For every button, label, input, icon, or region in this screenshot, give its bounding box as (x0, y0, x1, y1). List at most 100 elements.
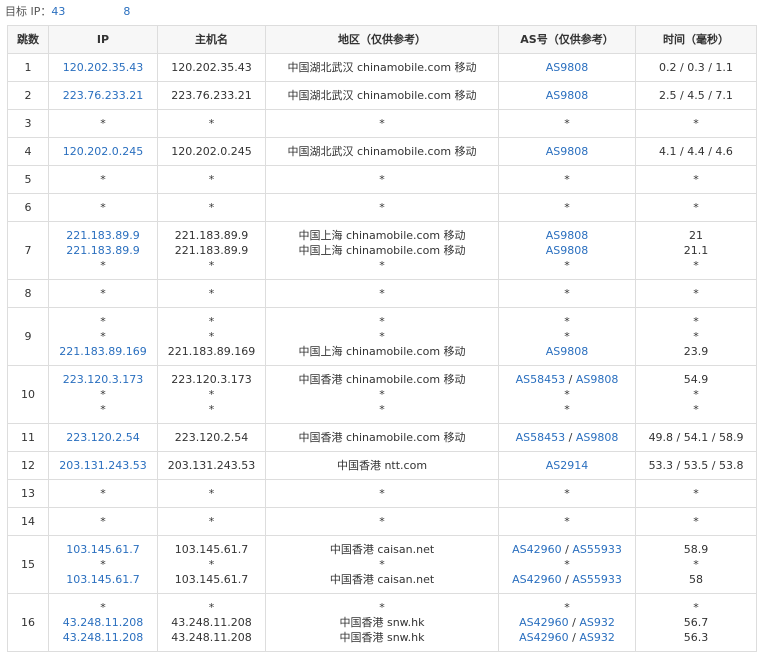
host-value: 221.183.89.9 (174, 244, 249, 257)
ip-value: * (100, 287, 106, 300)
time-value: 21 (689, 229, 703, 242)
ip-value: * (100, 315, 106, 328)
as-line: * (500, 172, 635, 187)
host-value: * (208, 403, 215, 416)
table-row: 1 120.202.35.43 120.202.35.43 中国湖北武汉 chinam… (7, 53, 757, 82)
ip-link[interactable]: 43.248.11.208 (63, 616, 143, 629)
host-value: 223.76.233.21 (171, 89, 252, 102)
ip-link[interactable]: 103.145.61.7 (66, 543, 139, 556)
table-row: 2 223.76.233.21 223.76.233.21 中国湖北武汉 chinam… (7, 81, 757, 110)
as-link[interactable]: AS55933 (572, 543, 622, 556)
ip-line: 103.145.61.7 (50, 542, 157, 557)
hostname-cell: 223.76.233.21 (157, 81, 266, 110)
target-ip-end: 8 (123, 5, 131, 18)
as-separator: / (568, 631, 580, 644)
time-value: * (693, 515, 699, 528)
ip-link[interactable]: 120.202.0.245 (63, 145, 143, 158)
time-value: 56.7 (683, 616, 709, 629)
as-link[interactable]: AS58453 (516, 431, 566, 444)
hop-number: 1 (7, 53, 49, 82)
time-cell: * (635, 193, 757, 222)
as-link[interactable]: AS9808 (576, 431, 619, 444)
as-link[interactable]: AS932 (579, 616, 615, 629)
as-link[interactable]: AS58453 (516, 373, 566, 386)
as-cell: * AS42960 / AS932 AS42960 / AS932 (498, 593, 636, 652)
region-value: * (379, 287, 385, 300)
as-line: * (500, 402, 635, 417)
ip-link[interactable]: 223.76.233.21 (63, 89, 143, 102)
ip-link[interactable]: 221.183.89.9 (66, 244, 139, 257)
hop-number: 14 (7, 507, 49, 536)
ip-link[interactable]: 221.183.89.9 (66, 229, 139, 242)
as-link[interactable]: AS9808 (546, 244, 589, 257)
as-line: * (500, 387, 635, 402)
as-link[interactable]: AS9808 (546, 345, 589, 358)
region-value: 中国香港 snw.hk (339, 616, 425, 629)
hop-number: 4 (7, 137, 49, 166)
as-cell: AS9808 (498, 137, 636, 166)
ip-link[interactable]: 103.145.61.7 (66, 573, 139, 586)
hostname-cell: * (157, 193, 266, 222)
traceroute-table-body: 1 120.202.35.43 120.202.35.43 中国湖北武汉 chinam… (7, 53, 757, 652)
hostname-cell: 203.131.243.53 (157, 451, 266, 480)
region-value: 中国上海 chinamobile.com 移动 (298, 345, 466, 358)
time-value: * (693, 330, 699, 343)
ip-link[interactable]: 221.183.89.169 (59, 345, 146, 358)
region-value: * (379, 117, 385, 130)
as-line: * (500, 514, 635, 529)
as-separator: / (565, 373, 576, 386)
table-row: 12 203.131.243.53 203.131.243.53 中国香港 ntt.c… (7, 451, 757, 480)
ip-value: * (100, 201, 106, 214)
host-value: * (208, 330, 215, 343)
as-link[interactable]: AS42960 (512, 573, 562, 586)
as-link[interactable]: AS2914 (546, 459, 589, 472)
ip-link[interactable]: 43.248.11.208 (63, 631, 143, 644)
ip-line: 221.183.89.9 (50, 228, 157, 243)
as-link[interactable]: AS9808 (546, 145, 589, 158)
as-link[interactable]: AS9808 (546, 229, 589, 242)
ip-link[interactable]: 203.131.243.53 (59, 459, 146, 472)
as-link[interactable]: AS42960 (512, 543, 562, 556)
as-empty-marker: * (564, 388, 570, 401)
region-value: 中国香港 ntt.com (336, 459, 428, 472)
region-value: * (379, 330, 385, 343)
hop-number: 6 (7, 193, 49, 222)
as-link[interactable]: AS55933 (572, 573, 622, 586)
ip-value: * (100, 330, 106, 343)
region-value: 中国香港 snw.hk (339, 631, 425, 644)
host-value: 223.120.2.54 (174, 431, 249, 444)
time-cell: 54.9 * * (635, 365, 757, 424)
as-link[interactable]: AS9808 (546, 61, 589, 74)
region-cell: 中国香港 caisan.net * 中国香港 caisan.net (265, 535, 499, 594)
as-link[interactable]: AS42960 (519, 616, 569, 629)
host-value: * (208, 117, 215, 130)
time-cell: 0.2 / 0.3 / 1.1 (635, 53, 757, 82)
ip-cell: 120.202.0.245 (48, 137, 158, 166)
as-link[interactable]: AS42960 (519, 631, 569, 644)
table-row: 3 * * * * * (7, 109, 757, 138)
as-line: * (500, 557, 635, 572)
table-row: 13 * * * * * (7, 479, 757, 508)
ip-cell: 203.131.243.53 (48, 451, 158, 480)
ip-link[interactable]: 223.120.3.173 (63, 373, 143, 386)
as-separator: / (565, 431, 576, 444)
hostname-cell: 223.120.2.54 (157, 423, 266, 452)
hop-number: 5 (7, 165, 49, 194)
target-ip-line: 目标 IP：43 8 (5, 4, 130, 20)
as-link[interactable]: AS932 (579, 631, 615, 644)
as-cell: * (498, 507, 636, 536)
region-cell: 中国香港 chinamobile.com 移动 (265, 423, 499, 452)
table-row: 7 221.183.89.9 221.183.89.9 * 221.183.89.9 22… (7, 221, 757, 280)
host-value: * (208, 487, 215, 500)
as-link[interactable]: AS9808 (546, 89, 589, 102)
table-row: 10 223.120.3.173 * * 223.120.3.173 * * 中国香港 chi… (7, 365, 757, 424)
ip-link[interactable]: 223.120.2.54 (66, 431, 139, 444)
column-header-as: AS号（仅供参考） (498, 25, 636, 54)
region-cell: * (265, 109, 499, 138)
host-value: 120.202.0.245 (171, 145, 252, 158)
as-empty-marker: * (564, 315, 570, 328)
ip-line: 223.120.2.54 (50, 430, 157, 445)
as-link[interactable]: AS9808 (576, 373, 619, 386)
as-cell: * (498, 279, 636, 308)
ip-link[interactable]: 120.202.35.43 (63, 61, 143, 74)
